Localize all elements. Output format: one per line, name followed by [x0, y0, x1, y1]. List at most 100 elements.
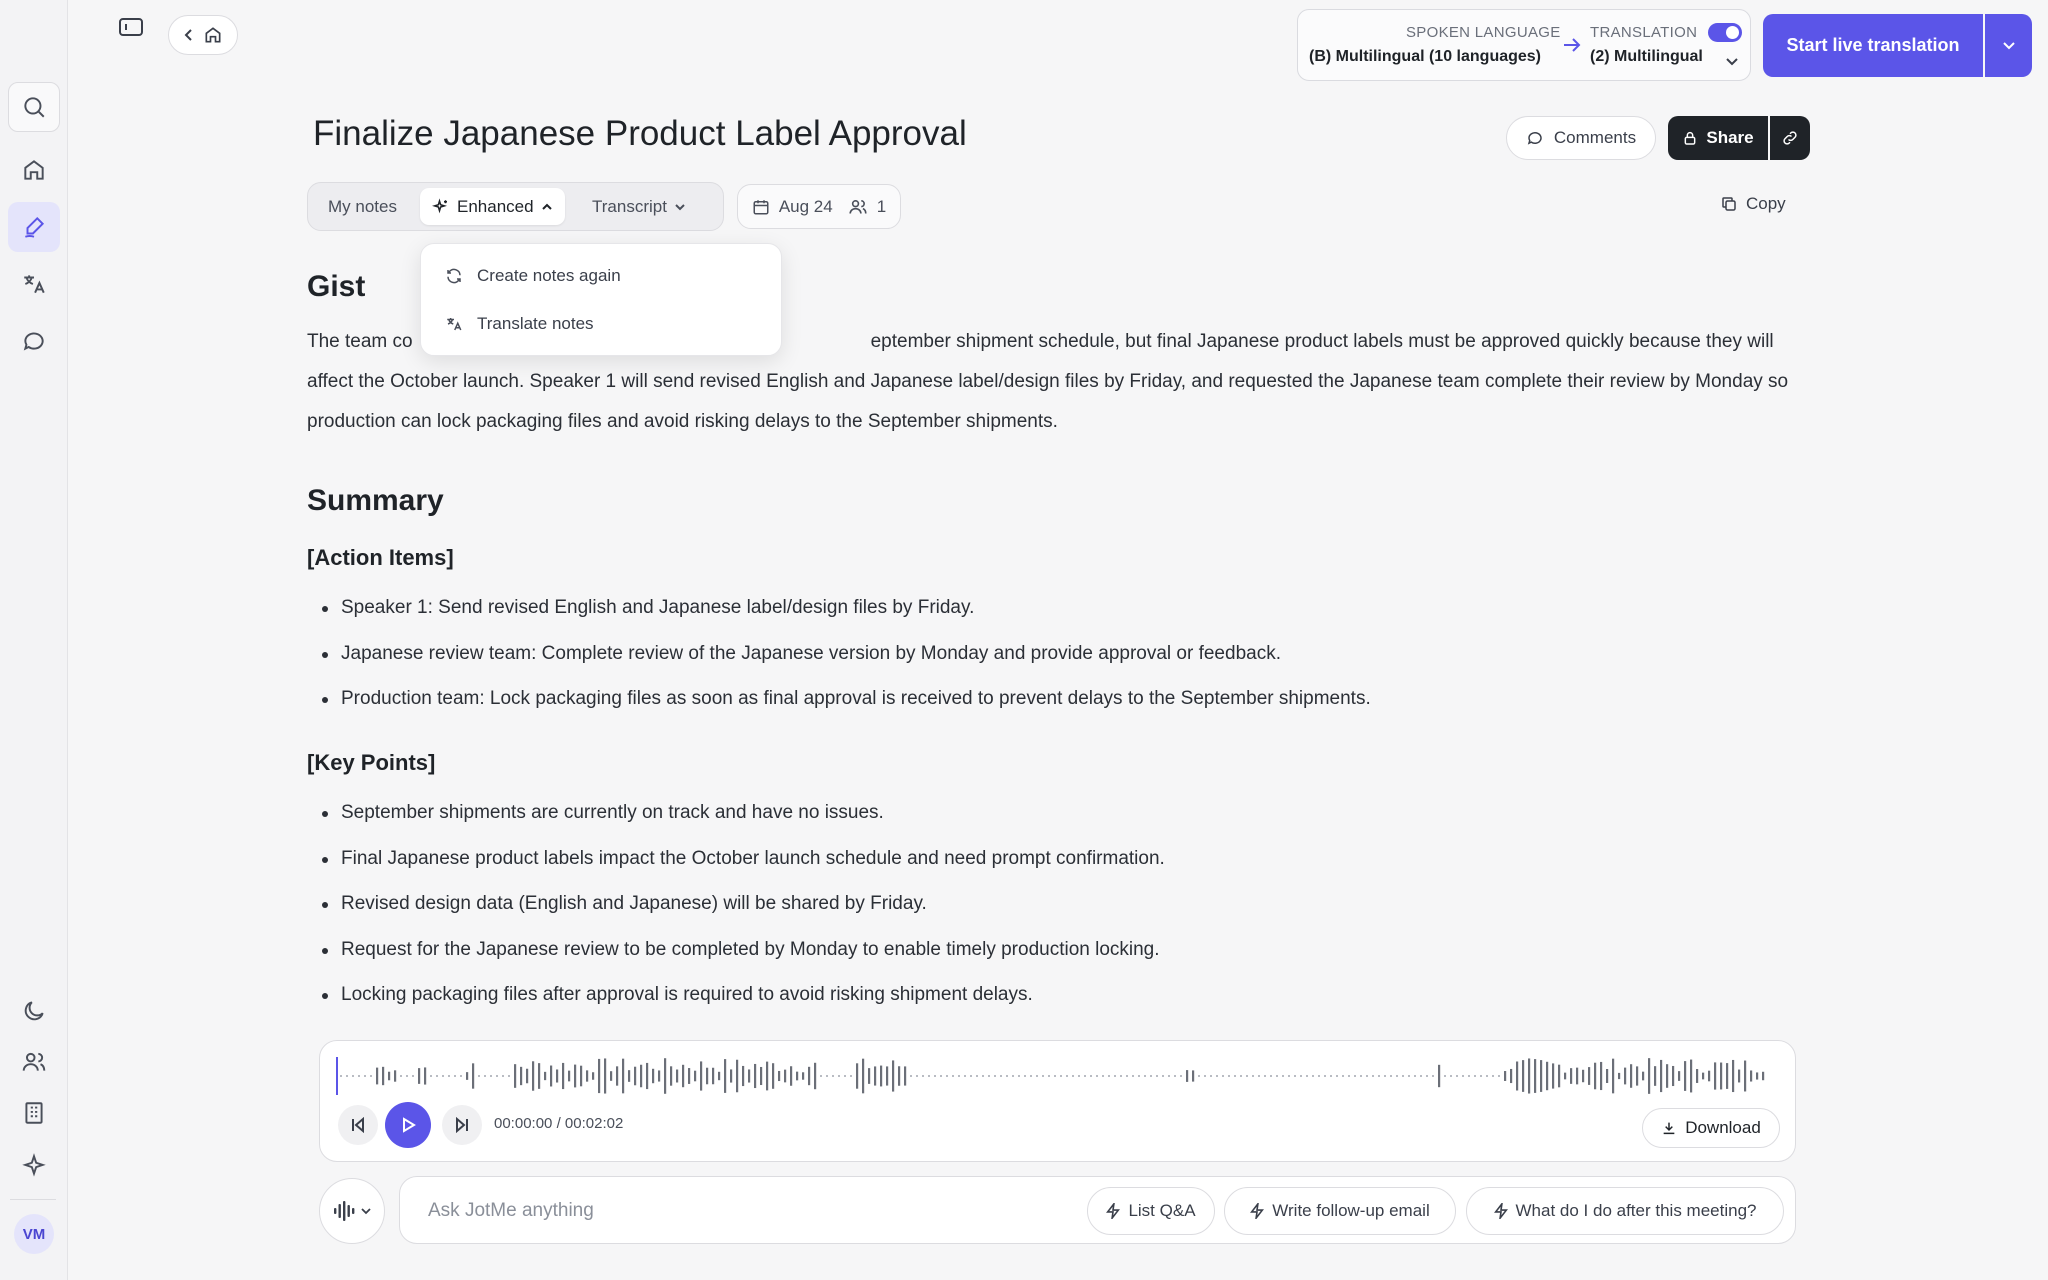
waveform-bar [424, 1067, 427, 1085]
chat-nav[interactable] [8, 316, 60, 366]
toggle-sidebar-button[interactable] [116, 14, 146, 40]
chip-list-qa[interactable]: List Q&A [1087, 1187, 1215, 1235]
waveform-bar [850, 1075, 852, 1077]
team-nav[interactable] [8, 1037, 60, 1087]
waveform-bar [1120, 1075, 1122, 1077]
tab-enhanced[interactable]: Enhanced [420, 188, 565, 225]
waveform-bar [526, 1068, 529, 1084]
start-live-translation-button[interactable]: Start live translation [1763, 14, 1983, 77]
waveform-bar [1336, 1075, 1338, 1077]
waveform-bar [562, 1062, 565, 1090]
translate-icon [447, 318, 462, 331]
waveform-bar [580, 1065, 583, 1087]
waveform-bar [1720, 1062, 1723, 1090]
waveform-bar [1234, 1075, 1236, 1077]
waveform-bar [1240, 1075, 1242, 1077]
waveform-bar [568, 1070, 571, 1082]
meeting-meta[interactable]: Aug 24 1 [737, 184, 901, 229]
waveform-bar [1192, 1070, 1195, 1082]
organization-nav[interactable] [8, 1088, 60, 1138]
skip-forward-button[interactable] [442, 1105, 482, 1145]
waveform-bar [532, 1061, 535, 1091]
waveform-bar [1036, 1075, 1038, 1077]
waveform-bar [1744, 1060, 1747, 1092]
waveform-bar [1528, 1058, 1531, 1094]
translation-toggle[interactable] [1708, 23, 1742, 42]
back-home-nav[interactable] [168, 15, 238, 55]
waveform-bar [1756, 1072, 1759, 1080]
translate-nav[interactable] [8, 259, 60, 309]
waveform-bar [1006, 1075, 1008, 1077]
dark-mode-button[interactable] [8, 986, 60, 1036]
waveform-bar [766, 1061, 769, 1091]
search-button[interactable] [8, 82, 60, 132]
play-button[interactable] [385, 1102, 431, 1148]
skip-back-button[interactable] [338, 1105, 378, 1145]
waveform-bar [1708, 1070, 1711, 1082]
chevron-down-icon[interactable] [1725, 57, 1739, 67]
audio-waveform[interactable] [336, 1051, 1776, 1101]
comments-button[interactable]: Comments [1506, 116, 1656, 160]
share-button[interactable]: Share [1668, 116, 1768, 160]
language-selector[interactable]: SPOKEN LANGUAGE (B) Multilingual (10 lan… [1297, 9, 1751, 81]
waveform-bar [1762, 1071, 1765, 1081]
waveform-bar [1624, 1067, 1627, 1085]
tab-transcript[interactable]: Transcript [580, 188, 698, 225]
ai-features-nav[interactable] [8, 1141, 60, 1191]
action-items-heading: [Action Items] [307, 545, 454, 570]
waveform-bar [1726, 1063, 1729, 1089]
home-icon[interactable] [203, 25, 223, 45]
download-button[interactable]: Download [1642, 1108, 1780, 1148]
waveform-bar [1654, 1066, 1657, 1086]
waveform-bar [988, 1075, 990, 1077]
translation-label: TRANSLATION [1590, 24, 1698, 41]
chip-next-steps[interactable]: What do I do after this meeting? [1466, 1187, 1784, 1235]
building-icon [25, 1102, 43, 1124]
chip-label: What do I do after this meeting? [1515, 1201, 1757, 1220]
copy-link-button[interactable] [1770, 116, 1810, 160]
playhead[interactable] [336, 1057, 338, 1095]
waveform-bar [346, 1075, 348, 1077]
ask-input[interactable]: Ask JotMe anything List Q&A Write follow… [399, 1176, 1796, 1244]
tab-my-notes[interactable]: My notes [316, 188, 409, 225]
menu-item-create-notes-again[interactable]: Create notes again [445, 266, 621, 286]
copy-button[interactable]: Copy [1720, 194, 1786, 214]
spoken-language-value[interactable]: (B) Multilingual (10 languages) [1309, 48, 1541, 66]
menu-item-translate-notes[interactable]: Translate notes [445, 314, 594, 334]
waveform-bar [1210, 1075, 1212, 1077]
voice-mode-button[interactable] [319, 1178, 385, 1244]
waveform-bar [1264, 1075, 1266, 1077]
copy-icon [1722, 197, 1736, 211]
list-item: Japanese review team: Complete review of… [307, 636, 1797, 682]
waveform-bar [796, 1071, 799, 1081]
home-nav[interactable] [8, 145, 60, 195]
waveform-bar [928, 1075, 930, 1077]
chevron-up-icon [541, 203, 552, 210]
waveform-bar [430, 1075, 432, 1077]
avatar[interactable]: VM [14, 1214, 54, 1254]
waveform-bar [538, 1063, 541, 1089]
chevron-left-icon[interactable] [183, 28, 195, 42]
waveform-bar [1222, 1075, 1224, 1077]
translation-value[interactable]: (2) Multilingual [1590, 48, 1703, 66]
lightning-icon [1493, 1203, 1508, 1219]
waveform-bar [454, 1075, 456, 1077]
key-points-list: September shipments are currently on tra… [307, 795, 1797, 1023]
waveform-bar [904, 1066, 907, 1086]
live-translation-options-button[interactable] [1985, 14, 2032, 77]
waveform-bar [1714, 1062, 1717, 1090]
tab-label: Enhanced [457, 196, 534, 216]
skip-back-icon [352, 1117, 364, 1133]
waveform-bar [862, 1058, 865, 1094]
waveform-bar [412, 1075, 414, 1077]
notes-nav[interactable] [8, 202, 60, 252]
list-item: Speaker 1: Send revised English and Japa… [307, 590, 1797, 636]
waveform-bar [1612, 1058, 1615, 1094]
waveform-bar [1468, 1075, 1470, 1077]
chip-follow-up-email[interactable]: Write follow-up email [1224, 1187, 1456, 1235]
waveform-bar [1420, 1075, 1422, 1077]
waveform-bar [946, 1075, 948, 1077]
waveform-bar [514, 1064, 517, 1088]
chevron-down-icon [675, 203, 685, 210]
list-item: Final Japanese product labels impact the… [307, 841, 1797, 887]
